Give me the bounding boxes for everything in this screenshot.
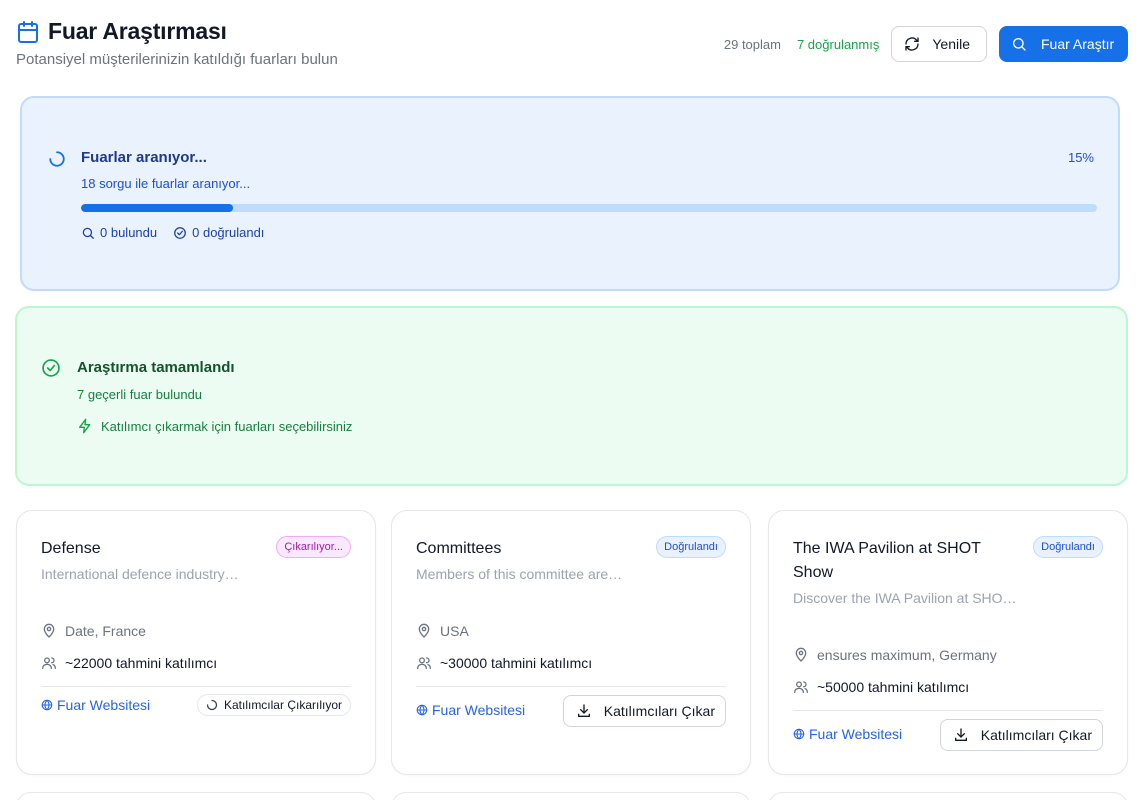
calendar-icon [16,20,40,44]
download-icon [576,703,592,719]
map-pin-icon [793,647,809,663]
header-actions: 29 toplam 7 doğrulanmış Yenile Fuar Araş… [724,26,1128,62]
check-circle-icon [41,358,61,378]
extracting-attendees-button[interactable]: Katılımcılar Çıkarılıyor [196,694,351,716]
lightning-icon [77,418,93,434]
map-pin-icon [416,623,432,639]
complete-hint-text: Katılımcı çıkarmak için fuarları seçebil… [101,418,353,434]
progress-stats: 0 bulundu 0 doğrulandı [81,225,264,240]
users-icon [416,655,432,671]
website-label: Fuar Websitesi [809,726,903,742]
extracting-label: Katılımcılar Çıkarılıyor [223,698,342,712]
users-icon [41,655,57,671]
complete-subtitle: 7 geçerli fuar bulundu [77,387,203,402]
attendees-text: ~22000 tahmini katılımcı [65,655,218,671]
location-text: ensures maximum, Germany [817,647,997,663]
status-badge: Doğrulandı [1033,536,1103,558]
progress-bar-fill [81,204,234,212]
fair-location: ensures maximum, Germany [793,647,997,663]
website-label: Fuar Websitesi [57,697,151,713]
verified-label: 0 doğrulandı [192,225,265,240]
fair-title: Defense [41,540,101,557]
attendees-text: ~30000 tahmini katılımcı [440,655,593,671]
location-text: Date, France [65,623,146,639]
search-fairs-button[interactable]: Fuar Araştır [999,26,1128,62]
status-badge: Çıkarılıyor... [276,536,351,558]
status-badge: Doğrulandı [656,536,726,558]
fair-website-link[interactable]: Fuar Websitesi [793,726,902,742]
fair-description: International defence industry… [41,566,239,582]
card-divider [793,710,1103,711]
found-label: 0 bulundu [100,225,158,240]
check-circle-icon [173,226,187,240]
page-title: Fuar Araştırması [48,18,227,44]
progress-bar [81,204,1097,212]
progress-percent: 15% [1067,150,1094,165]
fair-description: Members of this committee are… [416,566,623,582]
globe-icon [416,704,428,716]
research-complete-panel: Araştırma tamamlandı 7 geçerli fuar bulu… [15,306,1128,486]
search-fairs-label: Fuar Araştır [1041,36,1115,52]
page-header: Fuar Araştırması Potansiyel müşterilerin… [16,18,1128,78]
fair-attendees: ~50000 tahmini katılımcı [793,679,969,695]
verified-stat: 0 doğrulandı [173,225,264,240]
globe-icon [793,728,805,740]
card-divider [416,686,726,687]
fair-location: USA [416,623,469,639]
fair-card-partial[interactable] [16,792,376,800]
progress-subtitle: 18 sorgu ile fuarlar aranıyor... [81,176,251,191]
attendees-text: ~50000 tahmini katılımcı [817,679,970,695]
extract-attendees-button[interactable]: Katılımcıları Çıkar [939,719,1103,751]
fair-location: Date, France [41,623,146,639]
fair-title: Committees [416,540,502,557]
fair-card[interactable]: Defense Çıkarılıyor... International def… [16,510,376,775]
fair-title: The IWA Pavilion at SHOT Show [793,540,981,581]
extract-label: Katılımcıları Çıkar [980,727,1092,743]
extract-attendees-button[interactable]: Katılımcıları Çıkar [562,695,726,727]
fair-card-partial[interactable] [391,792,751,800]
fair-attendees: ~30000 tahmini katılımcı [416,655,592,671]
download-icon [953,727,969,743]
fair-card[interactable]: Committees Doğrulandı Members of this co… [391,510,751,775]
complete-title: Araştırma tamamlandı [77,359,235,376]
loading-spinner-icon [206,699,218,711]
refresh-label: Yenile [932,36,970,52]
fair-card-partial[interactable] [768,792,1128,800]
loading-spinner-icon [48,150,66,168]
globe-icon [41,699,53,711]
progress-title: Fuarlar aranıyor... [81,149,207,166]
fair-description: Discover the IWA Pavilion at SHO… [793,590,1017,606]
complete-hint: Katılımcı çıkarmak için fuarları seçebil… [77,418,352,434]
refresh-icon [904,36,920,52]
fair-website-link[interactable]: Fuar Websitesi [41,697,150,713]
search-progress-panel: Fuarlar aranıyor... 15% 18 sorgu ile fua… [20,96,1120,291]
card-divider [41,686,351,687]
search-icon [1011,36,1027,52]
fair-card[interactable]: The IWA Pavilion at SHOT Show Doğrulandı… [768,510,1128,775]
users-icon [793,679,809,695]
location-text: USA [440,623,469,639]
total-count: 29 toplam [723,36,781,52]
page-subtitle: Potansiyel müşterilerinizin katıldığı fu… [16,51,338,68]
found-stat: 0 bulundu [81,225,157,240]
fair-attendees: ~22000 tahmini katılımcı [41,655,217,671]
search-icon [81,226,95,240]
verified-count: 7 doğrulanmış [796,36,880,52]
website-label: Fuar Websitesi [432,702,526,718]
fair-website-link[interactable]: Fuar Websitesi [416,702,525,718]
refresh-button[interactable]: Yenile [891,26,987,62]
extract-label: Katılımcıları Çıkar [603,703,715,719]
map-pin-icon [41,623,57,639]
